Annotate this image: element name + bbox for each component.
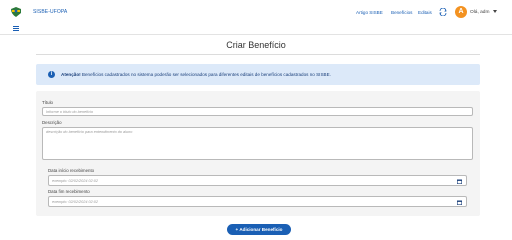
alert-strong: Atenção! <box>61 72 81 77</box>
benefit-form: Título Informe o título do benefício Des… <box>36 91 480 216</box>
descricao-placeholder: descrição do benefício para entendimento… <box>46 130 133 134</box>
top-navbar: SISBE-UFOPA Artigo SISBE Benefícios Edit… <box>0 0 512 24</box>
data-fim-input[interactable]: exemplo: 02/02/2024 02:02 <box>48 196 467 207</box>
descricao-label: Descrição <box>42 120 62 125</box>
alert-body: Benefícios cadastrados no sistema poderã… <box>80 72 331 77</box>
data-inicio-input[interactable]: exemplo: 02/02/2024 02:02 <box>48 175 467 186</box>
nav-editais[interactable]: Editais <box>418 10 432 15</box>
menu-icon[interactable] <box>13 26 19 31</box>
brand-name[interactable]: SISBE-UFOPA <box>33 9 67 15</box>
title-divider <box>36 54 480 55</box>
nav-beneficios[interactable]: Benefícios <box>391 10 412 15</box>
add-benefit-button[interactable]: + Adicionar Benefício <box>227 224 291 235</box>
titulo-label: Título <box>42 100 53 105</box>
header-divider <box>0 34 512 35</box>
data-inicio-label: Data início recebimento <box>48 168 95 173</box>
descricao-textarea[interactable]: descrição do benefício para entendimento… <box>42 127 473 160</box>
nav-artigo-sisbe[interactable]: Artigo SISBE <box>356 10 383 15</box>
data-fim-label: Data fim recebimento <box>48 189 90 194</box>
chevron-down-icon[interactable] <box>493 10 497 13</box>
user-greeting[interactable]: Olá, adm <box>470 10 489 15</box>
calendar-icon[interactable] <box>457 200 462 205</box>
info-alert: i Atenção! Benefícios cadastrados no sis… <box>36 64 480 85</box>
alert-message: Atenção! Benefícios cadastrados no siste… <box>61 72 331 77</box>
page-title: Criar Benefício <box>226 40 286 50</box>
data-fim-placeholder: exemplo: 02/02/2024 02:02 <box>52 200 99 204</box>
switch-role-icon[interactable] <box>439 8 447 16</box>
data-inicio-placeholder: exemplo: 02/02/2024 02:02 <box>52 179 99 183</box>
ufopa-logo[interactable] <box>10 6 22 18</box>
user-avatar[interactable]: A <box>455 6 467 18</box>
calendar-icon[interactable] <box>457 179 462 184</box>
titulo-placeholder: Informe o título do benefício <box>46 110 94 114</box>
info-icon: i <box>48 71 55 78</box>
titulo-input[interactable]: Informe o título do benefício <box>42 107 473 116</box>
